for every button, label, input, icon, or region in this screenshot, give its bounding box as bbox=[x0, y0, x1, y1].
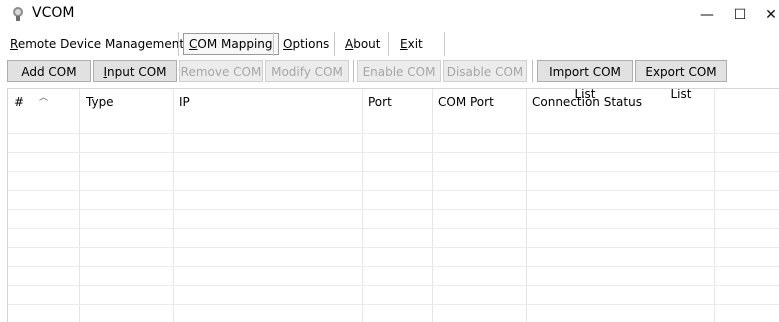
column-header-ip[interactable]: IP bbox=[173, 89, 362, 115]
menu-about[interactable]: About bbox=[340, 34, 386, 54]
row-divider bbox=[8, 285, 779, 286]
column-header-port[interactable]: Port bbox=[362, 89, 432, 115]
add-com-button[interactable]: Add COM bbox=[7, 60, 91, 82]
menu-about-mnemonic: A bbox=[345, 37, 354, 51]
import-com-list-button[interactable]: Import COM List bbox=[537, 60, 633, 101]
row-divider bbox=[8, 190, 779, 191]
input-com-rest: nput COM bbox=[107, 65, 167, 79]
row-divider bbox=[8, 247, 779, 248]
menu-separator bbox=[444, 32, 445, 56]
menu-exit-rest: xit bbox=[407, 37, 423, 51]
close-button[interactable]: ✕ bbox=[748, 0, 779, 30]
menu-exit-mnemonic: E bbox=[400, 37, 408, 51]
row-divider bbox=[8, 266, 779, 267]
column-divider bbox=[79, 89, 80, 322]
row-divider bbox=[8, 133, 779, 134]
title-bar: VCOM — ☐ ✕ bbox=[0, 0, 779, 30]
column-divider bbox=[714, 89, 715, 322]
menu-com-mapping[interactable]: COM Mapping bbox=[183, 33, 279, 55]
toolbar-separator bbox=[353, 60, 354, 82]
menu-about-rest: bout bbox=[353, 37, 381, 51]
menu-options[interactable]: Options bbox=[278, 34, 334, 54]
disable-com-button[interactable]: Disable COM bbox=[443, 60, 527, 82]
column-header-type[interactable]: Type bbox=[80, 89, 173, 115]
menu-separator bbox=[388, 32, 389, 56]
row-divider bbox=[8, 209, 779, 210]
modify-com-button[interactable]: Modify COM bbox=[265, 60, 349, 82]
export-com-list-button[interactable]: Export COM List bbox=[635, 60, 727, 101]
sort-ascending-icon: ︿ bbox=[39, 93, 49, 103]
column-divider bbox=[432, 89, 433, 322]
column-header-connection-status[interactable]: Connection Status bbox=[526, 89, 714, 115]
menu-remote-mnemonic: R bbox=[10, 37, 18, 51]
row-divider bbox=[8, 171, 779, 172]
vcom-app-icon bbox=[13, 7, 23, 21]
enable-com-button[interactable]: Enable COM bbox=[357, 60, 441, 82]
menu-exit[interactable]: Exit bbox=[395, 34, 428, 54]
menu-separator bbox=[273, 32, 274, 56]
row-divider bbox=[8, 304, 779, 305]
column-divider bbox=[526, 89, 527, 322]
column-header-com-port[interactable]: COM Port bbox=[432, 89, 526, 115]
column-divider bbox=[362, 89, 363, 322]
com-mapping-table[interactable]: # ︿ Type IP Port COM Port Connection Sta… bbox=[7, 88, 779, 322]
menu-separator bbox=[334, 32, 335, 56]
row-divider bbox=[8, 152, 779, 153]
input-com-button[interactable]: Input COM bbox=[93, 60, 177, 82]
remove-com-button[interactable]: Remove COM bbox=[179, 60, 263, 82]
toolbar-separator bbox=[532, 60, 533, 82]
toolbar: Add COM Input COM Remove COM Modify COM … bbox=[0, 56, 779, 101]
window-title: VCOM bbox=[32, 5, 75, 21]
column-divider bbox=[173, 89, 174, 322]
menu-remote-rest: emote Device Management bbox=[17, 37, 185, 51]
menu-options-rest: ptions bbox=[292, 37, 330, 51]
menu-bar: Remote Device Management COM Mapping Opt… bbox=[0, 30, 779, 56]
menu-remote-device-management[interactable]: Remote Device Management bbox=[5, 34, 189, 54]
menu-separator bbox=[178, 32, 179, 56]
row-divider bbox=[8, 228, 779, 229]
menu-com-rest: OM Mapping bbox=[197, 37, 273, 51]
